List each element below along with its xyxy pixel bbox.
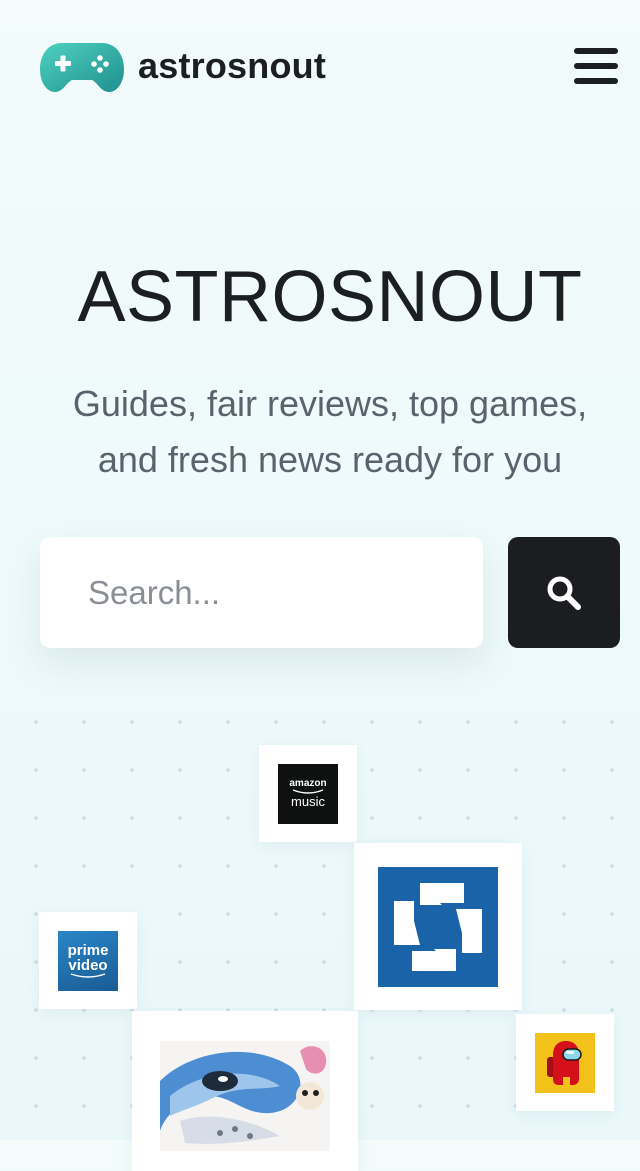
hamburger-menu-button[interactable]: [574, 46, 618, 86]
amazon-music-label-line: amazon: [289, 778, 327, 789]
brand-name: astrosnout: [138, 45, 327, 86]
amazon-music-label-line: music: [291, 794, 325, 809]
among-us-icon: [535, 1032, 595, 1093]
search-input[interactable]: [40, 537, 483, 648]
chase-bank-icon: [378, 866, 498, 987]
hero-title: ASTROSNOUT: [77, 257, 583, 337]
app-tile-chase[interactable]: [354, 843, 522, 1010]
hamburger-menu-icon-bar: [574, 63, 618, 69]
prime-video-label-line: video: [68, 956, 108, 974]
gamepad-icon: [40, 43, 124, 92]
hero-subtitle-line: and fresh news ready for you: [97, 439, 563, 480]
anime-artwork-icon: [160, 1041, 330, 1151]
app-tile-anime-art[interactable]: [132, 1011, 358, 1171]
hamburger-menu-icon-bar: [574, 78, 618, 84]
prime-video-icon: prime video: [58, 930, 118, 991]
hamburger-menu-icon-bar: [574, 48, 618, 54]
amazon-music-icon: amazon music: [278, 763, 338, 824]
search-icon: [547, 576, 581, 610]
app-tile-prime-video[interactable]: prime video: [39, 912, 137, 1009]
hero-subtitle: Guides, fair reviews, top games, and fre…: [10, 376, 640, 488]
site-logo[interactable]: astrosnout: [40, 40, 326, 92]
search-button[interactable]: [508, 537, 620, 648]
hero-subtitle-line: Guides, fair reviews, top games,: [72, 383, 588, 424]
prime-smile-icon: [70, 972, 106, 978]
app-tile-among-us[interactable]: [516, 1014, 614, 1111]
app-tile-amazon-music[interactable]: amazon music: [259, 745, 357, 842]
prime-video-label-line: prime: [67, 941, 109, 959]
